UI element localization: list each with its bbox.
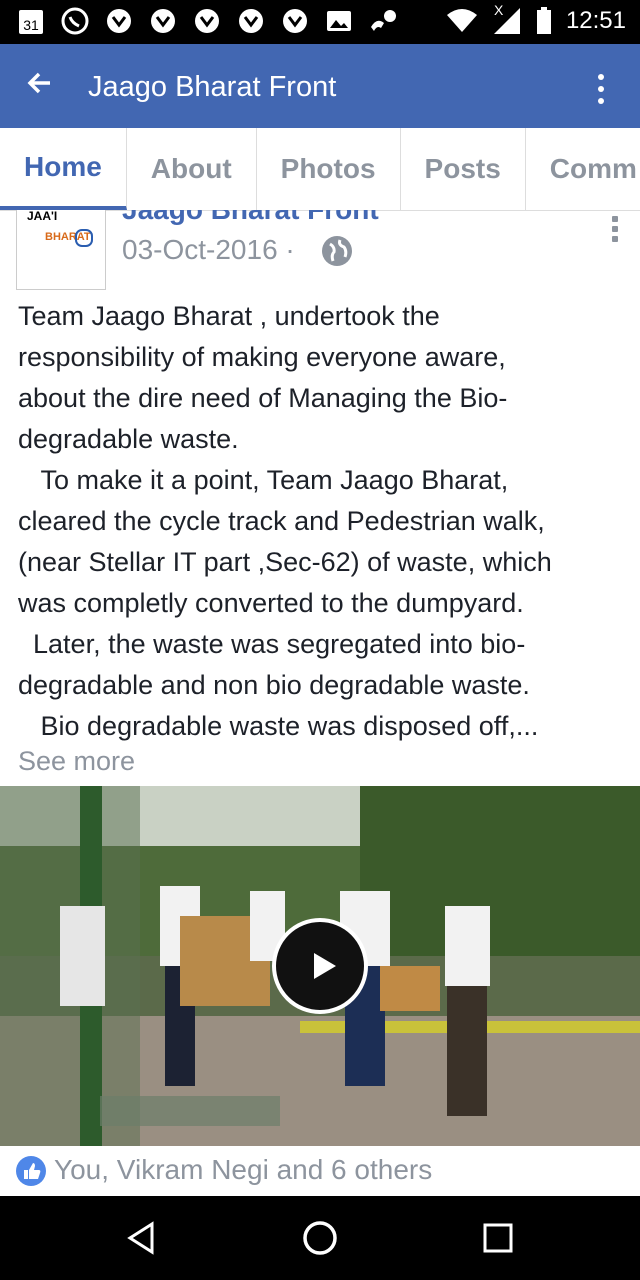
calendar-icon: 31	[16, 6, 46, 36]
tab-home[interactable]: Home	[0, 128, 127, 210]
back-button[interactable]	[26, 70, 52, 102]
tab-posts[interactable]: Posts	[401, 128, 526, 210]
nav-back-button[interactable]	[120, 1216, 164, 1260]
status-bar: 31 X 12:51	[0, 0, 640, 44]
tab-about[interactable]: About	[127, 128, 257, 210]
date-separator: ·	[285, 234, 295, 265]
nav-home-button[interactable]	[298, 1216, 342, 1260]
tab-photos[interactable]: Photos	[257, 128, 401, 210]
reactions-bar[interactable]: You, Vikram Negi and 6 others	[0, 1146, 640, 1196]
chakra-icon	[75, 229, 93, 247]
system-nav-bar	[0, 1196, 640, 1280]
signal-icon: X	[492, 2, 522, 36]
app-notification-icon	[148, 6, 178, 36]
post-date: 03-Oct-2016	[122, 234, 278, 265]
whatsapp-icon	[60, 6, 90, 36]
arrow-left-icon	[27, 72, 50, 94]
more-vertical-icon	[612, 216, 618, 222]
like-icon	[16, 1156, 46, 1186]
post-timestamp[interactable]: 03-Oct-2016 ·	[122, 234, 295, 266]
app-notification-icon	[236, 6, 266, 36]
recents-square-icon	[483, 1223, 513, 1253]
notification-icons: 31	[16, 6, 398, 36]
app-notification-icon	[192, 6, 222, 36]
tab-community[interactable]: Comm	[526, 128, 640, 210]
more-vertical-icon	[598, 74, 604, 80]
image-icon	[324, 6, 354, 36]
app-notification-icon	[280, 6, 310, 36]
wifi-icon	[446, 9, 477, 32]
post-options-button[interactable]	[612, 216, 618, 246]
app-notification-icon	[104, 6, 134, 36]
avatar-logo-text: JAA'I	[27, 210, 58, 223]
system-status: X 12:51	[446, 2, 626, 36]
page-avatar[interactable]: JAA'I BHARAT	[16, 210, 106, 290]
app-bar: Jaago Bharat Front	[0, 44, 640, 128]
calendar-date: 31	[23, 17, 39, 33]
play-button[interactable]	[272, 918, 368, 1014]
see-more-link[interactable]: See more	[18, 746, 135, 777]
play-icon	[314, 953, 336, 979]
clock: 12:51	[565, 7, 626, 34]
post-page-name[interactable]: Jaago Bharat Front	[122, 210, 379, 226]
post-message: Team Jaago Bharat , undertook the respon…	[18, 301, 552, 741]
home-circle-icon	[303, 1221, 337, 1255]
more-options-button[interactable]	[598, 74, 604, 110]
nav-recents-button[interactable]	[476, 1216, 520, 1260]
reactions-summary: You, Vikram Negi and 6 others	[54, 1154, 433, 1185]
network-badge: X	[493, 2, 504, 18]
page-tabs: Home About Photos Posts Comm	[0, 128, 640, 211]
battery-icon	[536, 7, 551, 34]
back-triangle-icon	[127, 1221, 154, 1255]
post-header: JAA'I BHARAT Jaago Bharat Front 03-Oct-2…	[0, 210, 640, 296]
missed-call-icon	[368, 6, 398, 36]
globe-icon	[322, 236, 352, 266]
page-title: Jaago Bharat Front	[88, 71, 337, 103]
